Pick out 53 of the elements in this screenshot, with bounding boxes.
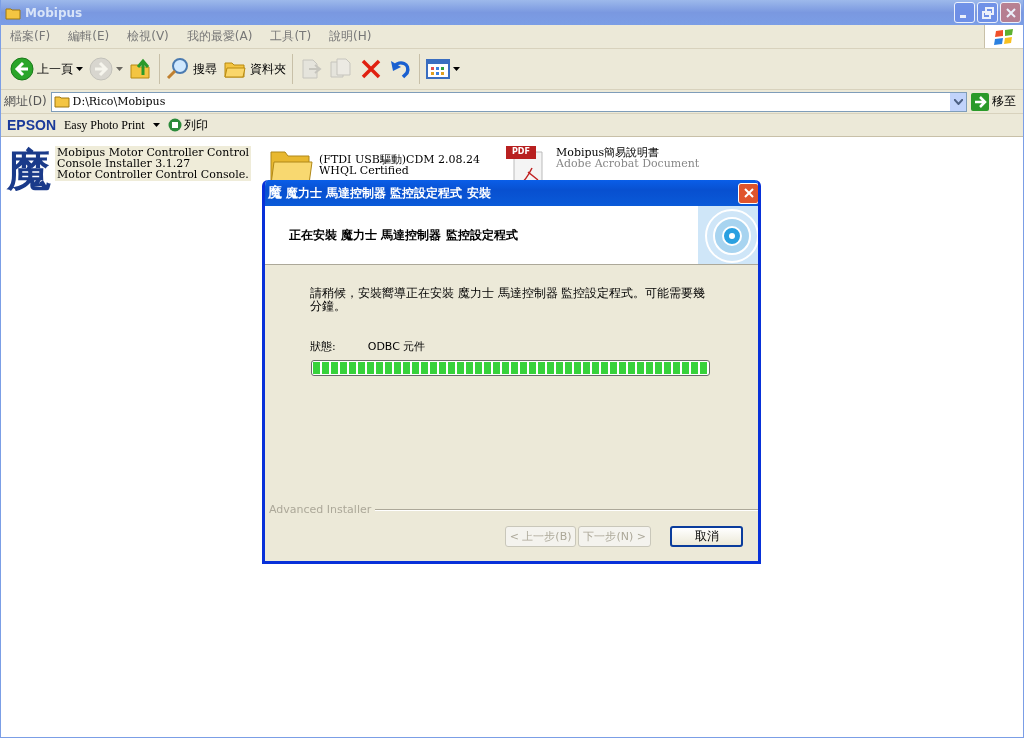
file-name: WHQL Certified <box>319 165 409 176</box>
menu-item[interactable]: 工具(T) <box>261 28 321 45</box>
address-field[interactable]: D:\Rico\Mobipus <box>50 91 967 112</box>
menu-item[interactable]: 編輯(E) <box>59 28 119 45</box>
brand-logo: EPSON <box>7 117 56 133</box>
menu-item[interactable]: 檔案(F) <box>1 28 60 45</box>
folder-up-icon <box>129 57 153 81</box>
window-title: Mobipus <box>25 5 84 20</box>
page-move-icon <box>299 57 323 81</box>
views-icon <box>426 57 450 81</box>
status-value: ODBC 元件 <box>367 339 426 354</box>
close-icon <box>742 187 755 199</box>
file-name: Mobipus簡易說明書 <box>556 147 661 158</box>
print-button[interactable]: 列印 <box>167 116 208 134</box>
app-icon: 魔 <box>7 146 51 194</box>
photo-print-menu[interactable]: Easy Photo Print <box>64 117 145 133</box>
caret-icon <box>453 67 460 71</box>
back-button[interactable]: 上一頁 <box>7 52 86 86</box>
file-name: (FTDI USB驅動)CDM 2.08.24 <box>319 154 481 165</box>
printer-icon <box>167 118 182 132</box>
dialog-title: 魔力士 馬達控制器 監控設定程式 安裝 <box>286 184 492 202</box>
caret-icon <box>116 67 123 71</box>
windows-flag-icon <box>993 27 1015 46</box>
search-icon <box>166 57 190 81</box>
file-name: Motor Controller Control Console. <box>57 169 250 180</box>
go-button[interactable]: 移至 <box>971 92 1020 111</box>
file-name: Mobipus Motor Controller Control <box>57 147 250 158</box>
page-copy-icon <box>329 57 353 81</box>
file-name: Console Installer 3.1.27 <box>57 158 192 169</box>
menu-item[interactable]: 我的最愛(A) <box>177 28 262 45</box>
arrow-right-icon <box>971 92 989 111</box>
installer-brand: Advanced Installer <box>269 503 372 516</box>
caret-icon <box>76 67 83 71</box>
close-icon <box>1004 6 1017 19</box>
menu-item[interactable]: 檢視(V) <box>118 28 178 45</box>
folder-icon <box>53 95 70 108</box>
wizard-button[interactable]: 取消 <box>670 526 743 547</box>
status-label: 狀態: <box>310 339 336 354</box>
address-label: 網址(D) <box>4 93 47 110</box>
minimize-icon <box>960 15 966 18</box>
app-icon: 魔 <box>268 184 282 202</box>
folder-icon <box>5 5 21 20</box>
delete-icon <box>359 57 383 81</box>
search-button[interactable]: 搜尋 <box>163 52 220 86</box>
message-text: 請稍候，安裝嚮導正在安裝 魔力士 馬達控制器 監控設定程式。可能需要幾分鐘。 <box>310 287 707 313</box>
folders-button[interactable]: 資料夾 <box>220 52 289 86</box>
dialog-heading: 正在安裝 魔力士 馬達控制器 監控設定程式 <box>289 226 519 244</box>
dropdown-icon[interactable] <box>953 98 963 105</box>
file-name: Adobe Acrobat Document <box>556 158 700 169</box>
menu-item[interactable]: 說明(H) <box>320 28 381 45</box>
close-button[interactable] <box>738 182 758 204</box>
caret-icon <box>152 123 160 127</box>
restore-icon <box>981 6 994 19</box>
